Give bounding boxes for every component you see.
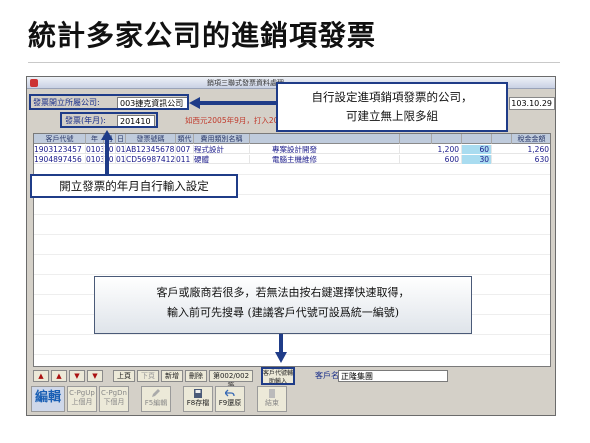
cell-type-code: 007 <box>176 145 194 154</box>
col-header-invoice: 發票號碼 <box>126 134 176 144</box>
period-highlight <box>60 112 158 128</box>
delete-button[interactable]: 刪除 <box>185 370 207 382</box>
cell-category: 程式設計 <box>194 145 250 154</box>
prev-month-button[interactable]: C-PgUp上個月 <box>67 386 97 412</box>
cell-item: 電腦主機維修 <box>250 155 400 164</box>
app-icon <box>30 79 38 87</box>
col-header-tax <box>462 134 492 144</box>
cell-type-code: 011 <box>176 155 194 164</box>
col-header-customer: 客戶代號 <box>34 134 86 144</box>
company-highlight <box>29 94 189 110</box>
customer-lookup-button[interactable]: 客戶代號輔助輸入 <box>261 367 295 385</box>
end-button[interactable]: 結束 <box>257 386 287 412</box>
company-callout-line2: 可建立無上限多組 <box>346 109 438 123</box>
col-header-day: 日 <box>117 134 126 144</box>
customer-search-callout: 客戶或廠商若很多，若無法由按右鍵選擇快速取得， 輸入前可先搜尋 (建議客戶代號可… <box>94 276 472 334</box>
slide-title: 統計多家公司的進銷項發票 <box>28 19 377 52</box>
add-button[interactable]: 新增 <box>161 370 183 382</box>
cell-customer-code: 1904897456 <box>34 155 86 164</box>
cell-invoice-no: AB12345678 <box>126 145 176 154</box>
cell-customer-code: 1903123457 <box>34 145 86 154</box>
first-record-button[interactable]: ▲ <box>33 370 49 382</box>
col-header-type-code: 類代 <box>176 134 194 144</box>
f8-save-button[interactable]: F8存檔 <box>183 386 213 412</box>
edit-mode-button[interactable]: 編輯 <box>31 386 65 412</box>
company-callout: 自行設定進項銷項發票的公司， 可建立無上限多組 <box>276 82 508 132</box>
f5-edit-button[interactable]: F5編輯 <box>141 386 171 412</box>
f8-save-label: F8存檔 <box>186 399 210 407</box>
end-label: 結束 <box>265 399 279 407</box>
cell-invoice-no: CD56987412 <box>126 155 176 164</box>
customer-callout-line1: 客戶或廠商若很多，若無法由按右鍵選擇快速取得， <box>156 286 410 299</box>
title-divider <box>28 62 560 63</box>
customer-name-input[interactable] <box>338 370 448 382</box>
down-arrow-icon <box>275 334 287 363</box>
grid-line <box>34 254 550 255</box>
cell-day: 01 <box>116 145 126 154</box>
page-indicator: 第002/002筆 <box>209 370 253 390</box>
cell-total: 1,260 <box>492 145 550 154</box>
cell-total: 630 <box>492 155 550 164</box>
last-record-button[interactable]: ▼ <box>87 370 103 382</box>
cell-item: 專案設計開發 <box>250 145 400 154</box>
next-record-button[interactable]: ▼ <box>69 370 85 382</box>
prev-record-button[interactable]: ▲ <box>51 370 67 382</box>
cell-day: 01 <box>116 155 126 164</box>
col-header-total: 稅金金額 <box>512 134 550 144</box>
period-callout: 開立發票的年月自行輸入設定 <box>30 174 238 198</box>
f9-undo-label: F9還原 <box>218 399 242 407</box>
up-arrow-icon <box>101 130 113 174</box>
col-header-amount <box>432 134 462 144</box>
company-callout-line1: 自行設定進項銷項發票的公司， <box>311 90 473 104</box>
next-month-button[interactable]: C-PgDn下個月 <box>99 386 129 412</box>
cell-tax: 60 <box>462 145 492 154</box>
col-header-item <box>250 134 400 144</box>
date-display: 103.10.29 <box>509 97 555 110</box>
col-header-blank2 <box>492 134 512 144</box>
grid-line <box>34 274 550 275</box>
cell-amount: 1,200 <box>400 145 462 154</box>
grid-line <box>34 354 550 355</box>
save-icon <box>194 389 202 398</box>
f5-edit-label: F5編輯 <box>144 399 168 407</box>
grid-line <box>34 214 550 215</box>
undo-icon <box>225 389 235 397</box>
cell-tax: 30 <box>462 155 492 164</box>
pencil-icon <box>152 389 160 397</box>
f9-undo-button[interactable]: F9還原 <box>215 386 245 412</box>
prev-page-button[interactable]: 上頁 <box>113 370 135 382</box>
cell-amount: 600 <box>400 155 462 164</box>
window-title: 銷項三聯式發票資料處理 <box>207 79 284 87</box>
col-header-blank1 <box>400 134 432 144</box>
next-page-button[interactable]: 下頁 <box>137 370 159 382</box>
col-header-category: 費用類別名稱 <box>194 134 250 144</box>
grid-line <box>34 234 550 235</box>
left-arrow-icon <box>189 97 277 109</box>
grid-line <box>34 334 550 335</box>
exit-icon <box>269 389 275 398</box>
cell-category: 硬體 <box>194 155 250 164</box>
customer-callout-line2: 輸入前可先搜尋 (建議客戶代號可設爲統一編號) <box>166 306 400 319</box>
